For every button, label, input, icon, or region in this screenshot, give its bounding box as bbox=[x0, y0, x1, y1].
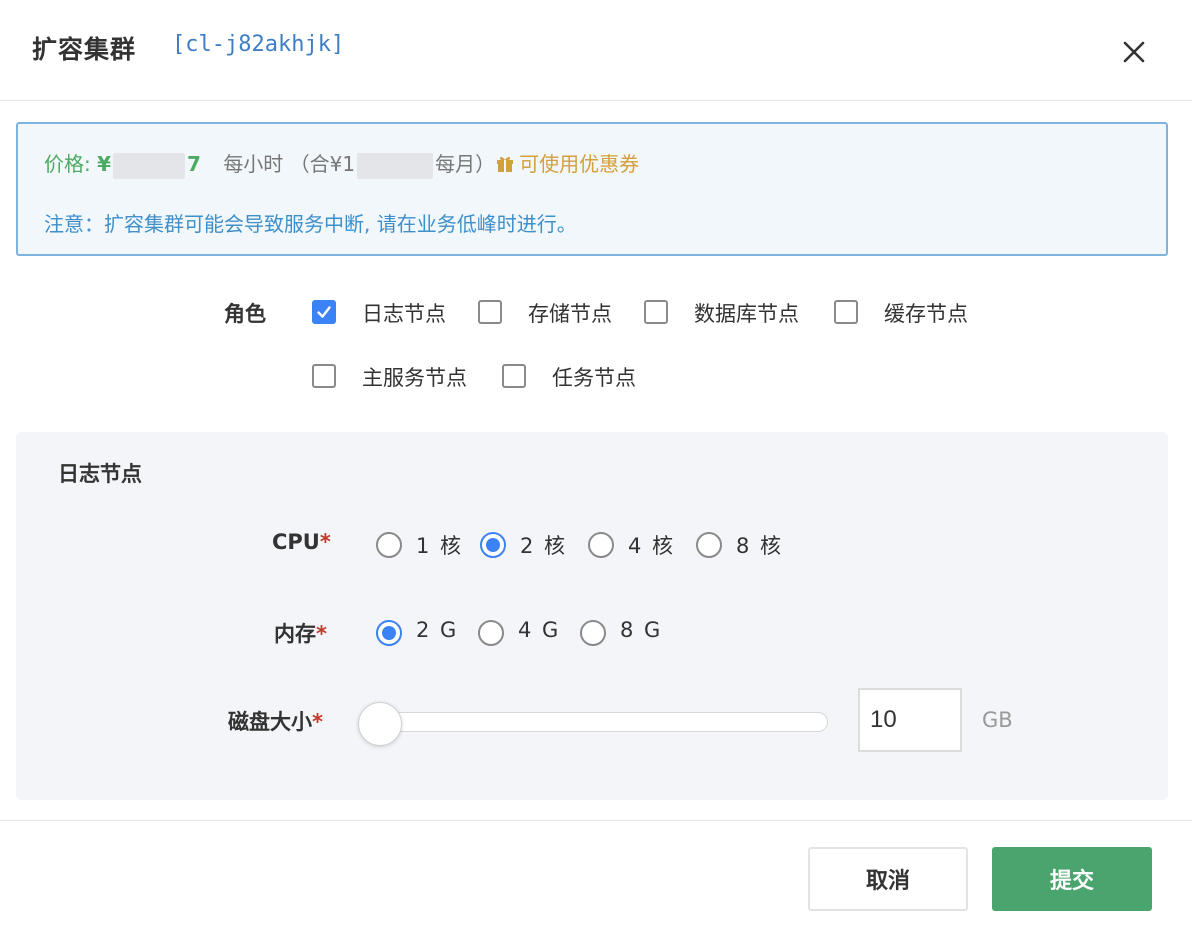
dialog-footer: 取消 提交 bbox=[0, 820, 1192, 928]
cpu-option-4[interactable]: 4 核 bbox=[628, 530, 675, 560]
cancel-button[interactable]: 取消 bbox=[808, 847, 968, 911]
memory-radio-2g[interactable] bbox=[376, 620, 402, 646]
monthly-price-redacted bbox=[357, 152, 434, 179]
monthly-price-suffix: 每月） bbox=[435, 152, 496, 176]
memory-radio-8g[interactable] bbox=[580, 620, 606, 646]
dialog-title: 扩容集群 bbox=[32, 35, 137, 64]
price-row: 价格: ¥7 每小时 （合¥1 每月） 可使用优惠券 bbox=[44, 148, 639, 179]
disk-size-label: 磁盘大小* bbox=[228, 706, 323, 736]
coupon-link[interactable]: 可使用优惠券 bbox=[495, 152, 639, 176]
cpu-label-text: CPU bbox=[272, 530, 320, 554]
price-notice: 价格: ¥7 每小时 （合¥1 每月） 可使用优惠券 注意：扩容集群可能会导致服务中… bbox=[16, 122, 1168, 256]
role-checkbox-task[interactable] bbox=[502, 364, 526, 388]
close-icon bbox=[1123, 41, 1145, 63]
panel-title: 日志节点 bbox=[58, 462, 142, 486]
role-checkbox-cache[interactable] bbox=[834, 300, 858, 324]
warning-text: 注意：扩容集群可能会导致服务中断, 请在业务低峰时进行。 bbox=[44, 212, 577, 236]
cpu-radio-8[interactable] bbox=[696, 532, 722, 558]
role-checkbox-storage[interactable] bbox=[478, 300, 502, 324]
required-mark: * bbox=[319, 530, 331, 554]
memory-radio-4g[interactable] bbox=[478, 620, 504, 646]
role-checkbox-database[interactable] bbox=[644, 300, 668, 324]
coupon-label[interactable]: 可使用优惠券 bbox=[519, 152, 639, 176]
price-value-tail: 7 bbox=[187, 152, 201, 176]
cpu-radio-1[interactable] bbox=[376, 532, 402, 558]
disk-size-slider-track[interactable] bbox=[380, 712, 828, 732]
role-label: 角色 bbox=[224, 302, 266, 326]
role-label-main-service[interactable]: 主服务节点 bbox=[362, 362, 467, 392]
memory-option-8g[interactable]: 8 G bbox=[620, 618, 662, 642]
price-label: 价格: bbox=[44, 152, 91, 176]
disk-size-label-text: 磁盘大小 bbox=[228, 710, 312, 734]
cpu-option-8[interactable]: 8 核 bbox=[736, 530, 783, 560]
close-button[interactable] bbox=[1118, 36, 1150, 68]
disk-size-slider-handle[interactable] bbox=[358, 702, 402, 746]
required-mark: * bbox=[312, 710, 323, 734]
role-checkbox-log[interactable] bbox=[312, 300, 336, 324]
role-label-cache[interactable]: 缓存节点 bbox=[884, 298, 968, 328]
role-label-storage[interactable]: 存储节点 bbox=[528, 298, 612, 328]
disk-size-input[interactable] bbox=[858, 688, 962, 752]
required-mark: * bbox=[316, 622, 327, 646]
cpu-option-1[interactable]: 1 核 bbox=[416, 530, 463, 560]
role-checkbox-main-service[interactable] bbox=[312, 364, 336, 388]
cpu-radio-2[interactable] bbox=[480, 532, 506, 558]
role-label-log[interactable]: 日志节点 bbox=[362, 298, 446, 328]
checkmark-icon bbox=[317, 306, 331, 318]
cpu-radio-4[interactable] bbox=[588, 532, 614, 558]
role-label-database[interactable]: 数据库节点 bbox=[694, 298, 799, 328]
role-label-task[interactable]: 任务节点 bbox=[552, 362, 636, 392]
disk-size-unit: GB bbox=[982, 708, 1013, 732]
price-currency: ¥ bbox=[97, 152, 112, 176]
cpu-option-2[interactable]: 2 核 bbox=[520, 530, 567, 560]
cluster-id: [cl-j82akhjk] bbox=[172, 32, 345, 57]
gift-icon bbox=[497, 156, 514, 172]
memory-label: 内存* bbox=[274, 618, 327, 648]
price-redacted bbox=[113, 152, 186, 179]
cpu-label: CPU* bbox=[272, 530, 331, 554]
memory-option-2g[interactable]: 2 G bbox=[416, 618, 458, 642]
submit-button[interactable]: 提交 bbox=[992, 847, 1152, 911]
memory-option-4g[interactable]: 4 G bbox=[518, 618, 560, 642]
monthly-price-prefix: （合¥1 bbox=[289, 152, 356, 176]
dialog-header: 扩容集群 [cl-j82akhjk] bbox=[0, 0, 1192, 101]
node-config-panel: 日志节点 CPU* 1 核 2 核 4 核 8 核 内存* 2 G 4 G 8 … bbox=[16, 432, 1168, 800]
price-unit: 每小时 bbox=[223, 152, 284, 176]
memory-label-text: 内存 bbox=[274, 622, 316, 646]
